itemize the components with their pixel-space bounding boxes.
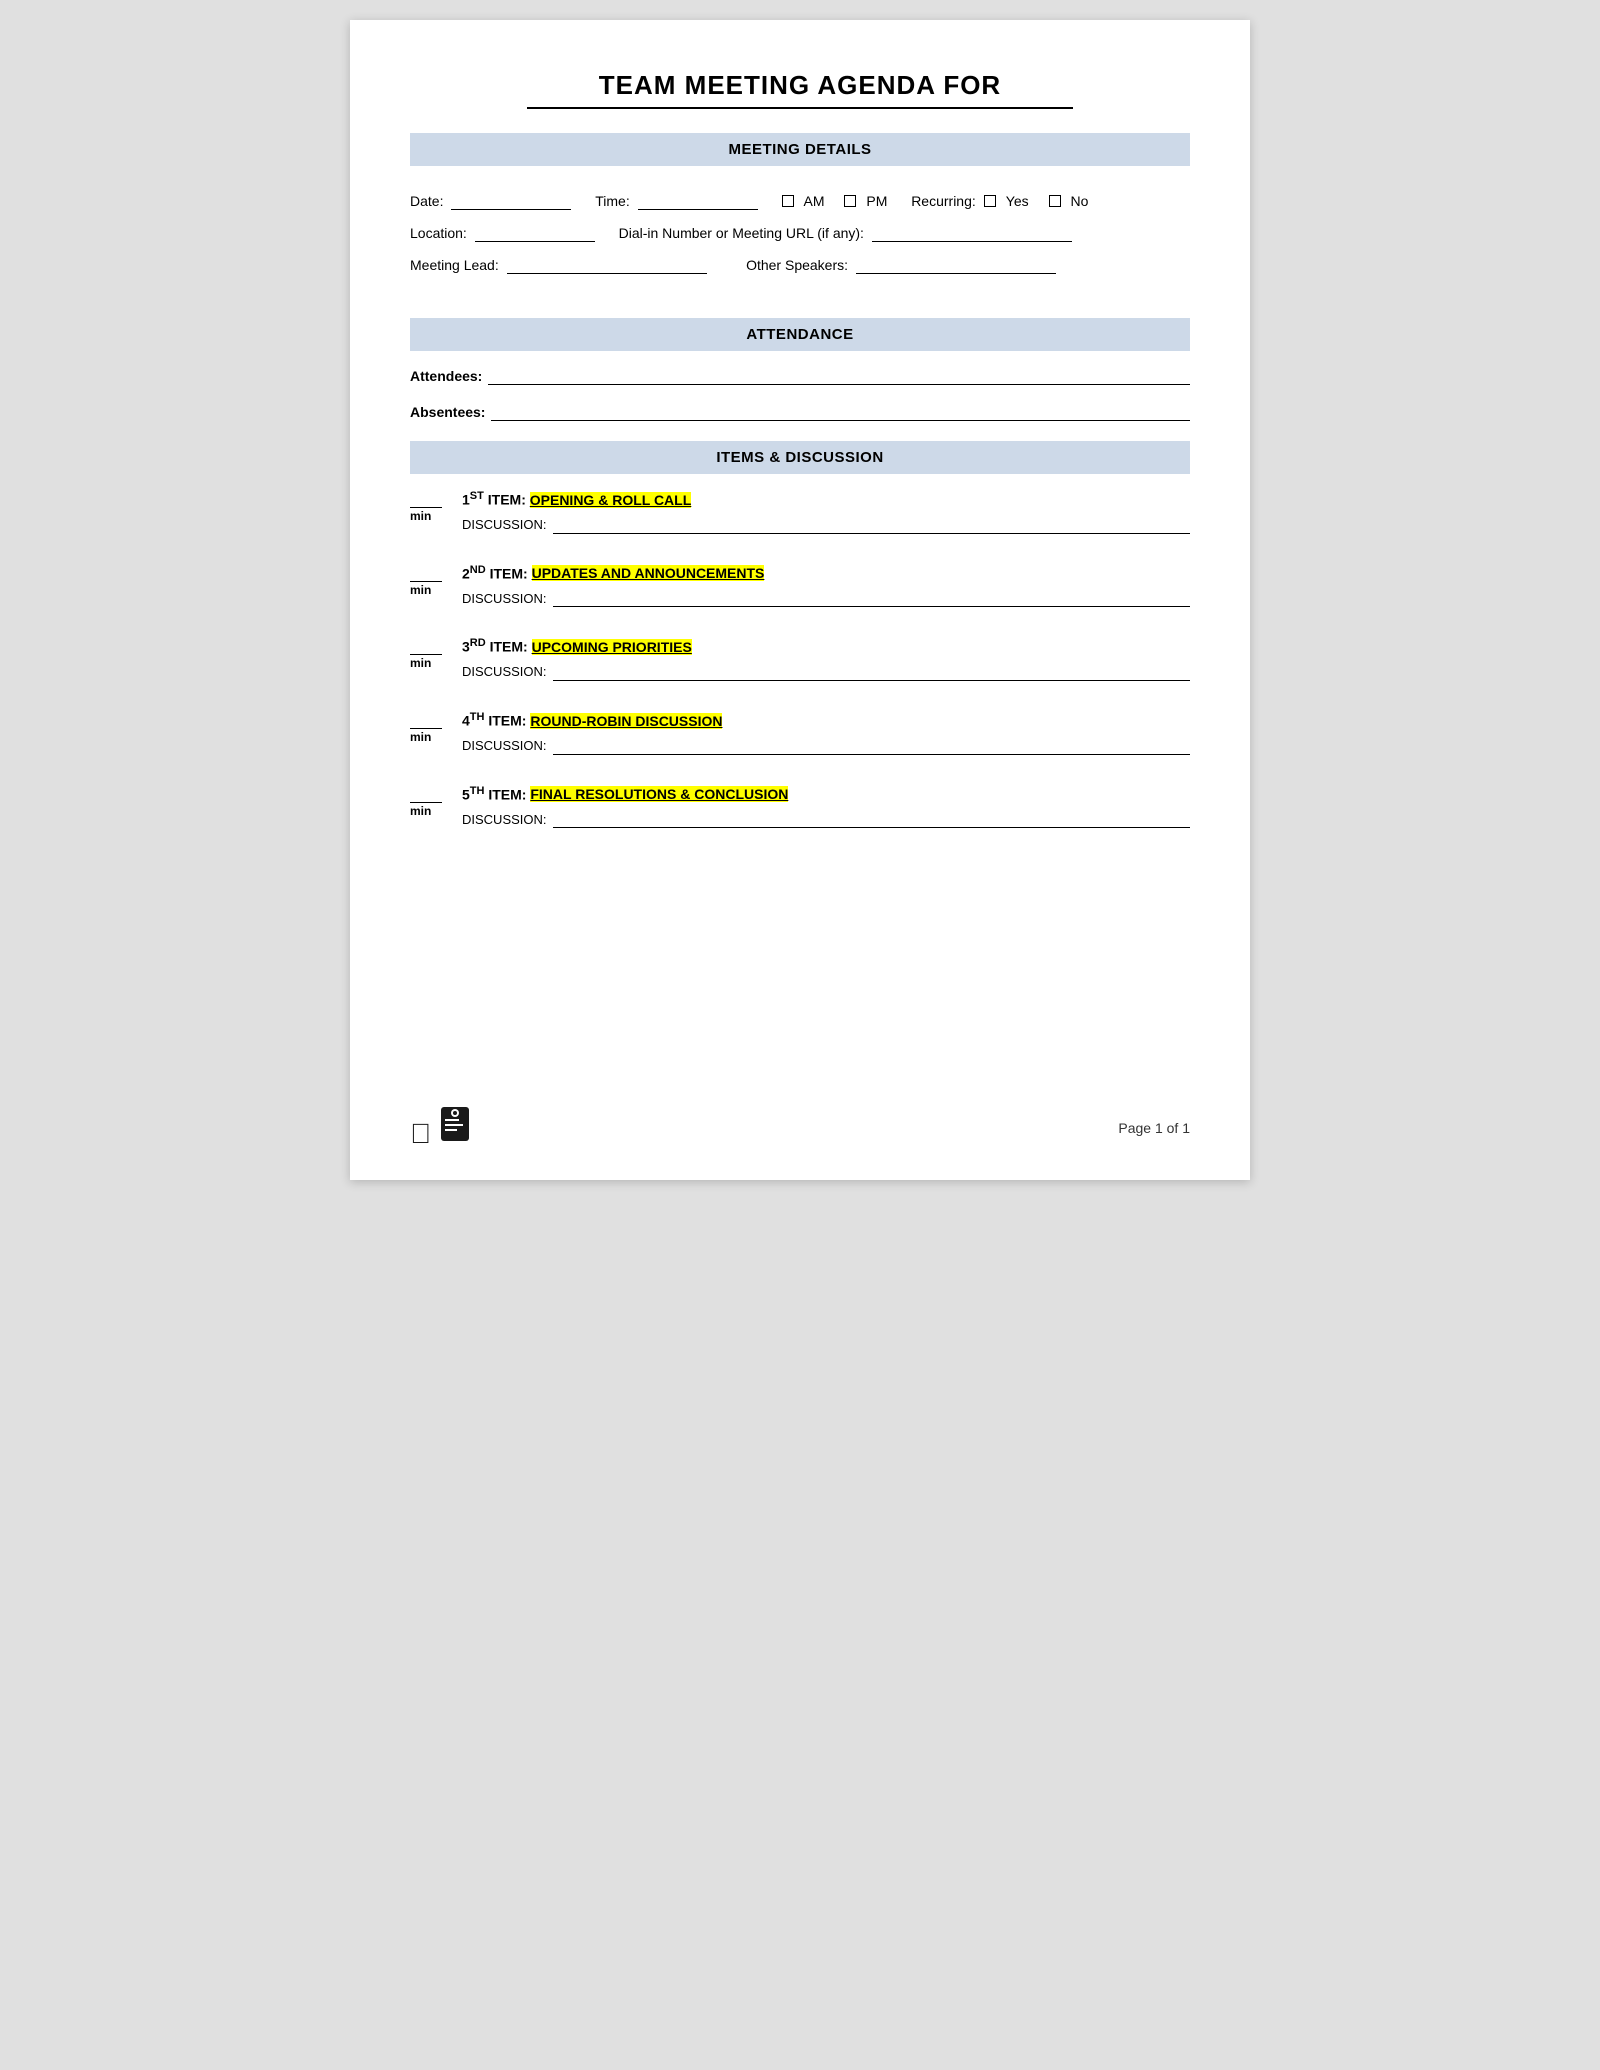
page-number: Page 1 of 1 — [1118, 1120, 1190, 1136]
attendees-label: Attendees: — [410, 368, 482, 384]
item-highlight-2: UPDATES AND ANNOUNCEMENTS — [532, 565, 765, 581]
attendance-header: ATTENDANCE — [410, 318, 1190, 351]
attendance-section: ATTENDANCE Attendees: Absentees: — [410, 318, 1190, 421]
min-label-5: min — [410, 804, 431, 818]
discussion-field-3[interactable] — [553, 663, 1190, 681]
min-underline-1[interactable] — [410, 490, 442, 508]
min-label-2: min — [410, 583, 431, 597]
yes-label: Yes — [1006, 193, 1029, 209]
min-block-5: min — [410, 785, 450, 818]
yes-checkbox[interactable] — [984, 195, 996, 207]
min-underline-2[interactable] — [410, 564, 442, 582]
ordinal-1: ST — [470, 490, 484, 502]
item-content-1: 1ST ITEM: OPENING & ROLL CALL DISCUSSION… — [462, 490, 1190, 534]
discussion-field-5[interactable] — [553, 810, 1190, 828]
other-speakers-field[interactable] — [856, 256, 1056, 274]
item-content-3: 3RD ITEM: UPCOMING PRIORITIES DISCUSSION… — [462, 637, 1190, 681]
min-label-1: min — [410, 509, 431, 523]
discussion-row-1: DISCUSSION: — [462, 516, 1190, 534]
ordinal-3: RD — [470, 637, 486, 649]
meeting-details-section: MEETING DETAILS Date: Time: AM PM Recurr… — [410, 133, 1190, 298]
discussion-row-4: DISCUSSION: — [462, 737, 1190, 755]
items-header: ITEMS & DISCUSSION — [410, 441, 1190, 474]
meeting-lead-field[interactable] — [507, 256, 707, 274]
no-checkbox[interactable] — [1049, 195, 1061, 207]
title-underline — [527, 107, 1073, 109]
absentees-label: Absentees: — [410, 404, 485, 420]
meeting-details-rows: Date: Time: AM PM Recurring: Yes No — [410, 182, 1190, 298]
time-label: Time: — [595, 193, 629, 209]
item-title-1: 1ST ITEM: OPENING & ROLL CALL — [462, 490, 1190, 508]
agenda-item-3: min 3RD ITEM: UPCOMING PRIORITIES DISCUS… — [410, 637, 1190, 681]
item-content-2: 2ND ITEM: UPDATES AND ANNOUNCEMENTS DISC… — [462, 564, 1190, 608]
brand-svg-icon — [439, 1105, 471, 1143]
discussion-row-2: DISCUSSION: — [462, 589, 1190, 607]
dialin-field[interactable] — [872, 224, 1072, 242]
item-title-3: 3RD ITEM: UPCOMING PRIORITIES — [462, 637, 1190, 655]
other-speakers-label: Other Speakers: — [746, 257, 848, 273]
location-field[interactable] — [475, 224, 595, 242]
min-underline-5[interactable] — [410, 785, 442, 803]
ordinal-2: ND — [470, 564, 486, 576]
attendees-row: Attendees: — [410, 367, 1190, 385]
absentees-row: Absentees: — [410, 403, 1190, 421]
date-label: Date: — [410, 193, 443, 209]
document-page: TEAM MEETING AGENDA FOR MEETING DETAILS … — [350, 20, 1250, 1180]
discussion-field-1[interactable] — [553, 516, 1190, 534]
page-footer:  Page 1 of 1 — [410, 1105, 1190, 1150]
lead-speakers-row: Meeting Lead: Other Speakers: — [410, 256, 1190, 274]
min-underline-3[interactable] — [410, 637, 442, 655]
no-label: No — [1071, 193, 1089, 209]
agenda-item-1: min 1ST ITEM: OPENING & ROLL CALL DISCUS… — [410, 490, 1190, 534]
min-block-1: min — [410, 490, 450, 523]
date-time-row: Date: Time: AM PM Recurring: Yes No — [410, 192, 1190, 210]
time-field[interactable] — [638, 192, 758, 210]
attendees-field[interactable] — [488, 367, 1190, 385]
discussion-row-3: DISCUSSION: — [462, 663, 1190, 681]
min-block-3: min — [410, 637, 450, 670]
discussion-field-4[interactable] — [553, 737, 1190, 755]
min-underline-4[interactable] — [410, 711, 442, 729]
agenda-item-2: min 2ND ITEM: UPDATES AND ANNOUNCEMENTS … — [410, 564, 1190, 608]
page-title: TEAM MEETING AGENDA FOR — [410, 70, 1190, 101]
item-highlight-3: UPCOMING PRIORITIES — [532, 639, 692, 655]
discussion-label-4: DISCUSSION: — [462, 738, 547, 753]
absentees-field[interactable] — [491, 403, 1190, 421]
discussion-label-2: DISCUSSION: — [462, 591, 547, 606]
discussion-label-1: DISCUSSION: — [462, 517, 547, 532]
ordinal-5: TH — [470, 785, 485, 797]
discussion-label-3: DISCUSSION: — [462, 664, 547, 679]
discussion-row-5: DISCUSSION: — [462, 810, 1190, 828]
discussion-label-5: DISCUSSION: — [462, 812, 547, 827]
meeting-details-header: MEETING DETAILS — [410, 133, 1190, 166]
dialin-label: Dial-in Number or Meeting URL (if any): — [619, 225, 864, 241]
location-dialin-row: Location: Dial-in Number or Meeting URL … — [410, 224, 1190, 242]
min-label-3: min — [410, 656, 431, 670]
pm-label: PM — [866, 193, 887, 209]
item-title-5: 5TH ITEM: FINAL RESOLUTIONS & CONCLUSION — [462, 785, 1190, 803]
pm-checkbox[interactable] — [844, 195, 856, 207]
item-title-4: 4TH ITEM: ROUND-ROBIN DISCUSSION — [462, 711, 1190, 729]
agenda-item-5: min 5TH ITEM: FINAL RESOLUTIONS & CONCLU… — [410, 785, 1190, 829]
discussion-field-2[interactable] — [553, 589, 1190, 607]
item-content-5: 5TH ITEM: FINAL RESOLUTIONS & CONCLUSION… — [462, 785, 1190, 829]
am-label: AM — [804, 193, 825, 209]
agenda-item-4: min 4TH ITEM: ROUND-ROBIN DISCUSSION DIS… — [410, 711, 1190, 755]
item-content-4: 4TH ITEM: ROUND-ROBIN DISCUSSION DISCUSS… — [462, 711, 1190, 755]
ordinal-4: TH — [470, 711, 485, 723]
min-block-4: min — [410, 711, 450, 744]
am-checkbox[interactable] — [782, 195, 794, 207]
item-highlight-1: OPENING & ROLL CALL — [530, 492, 692, 508]
items-section: ITEMS & DISCUSSION min 1ST ITEM: OPENING… — [410, 441, 1190, 828]
location-label: Location: — [410, 225, 467, 241]
item-highlight-4: ROUND-ROBIN DISCUSSION — [530, 713, 722, 729]
meeting-lead-label: Meeting Lead: — [410, 257, 499, 273]
date-field[interactable] — [451, 192, 571, 210]
item-title-2: 2ND ITEM: UPDATES AND ANNOUNCEMENTS — [462, 564, 1190, 582]
min-label-4: min — [410, 730, 431, 744]
min-block-2: min — [410, 564, 450, 597]
recurring-label: Recurring: — [911, 193, 976, 209]
brand-icon:  — [410, 1105, 471, 1150]
item-highlight-5: FINAL RESOLUTIONS & CONCLUSION — [530, 786, 788, 802]
